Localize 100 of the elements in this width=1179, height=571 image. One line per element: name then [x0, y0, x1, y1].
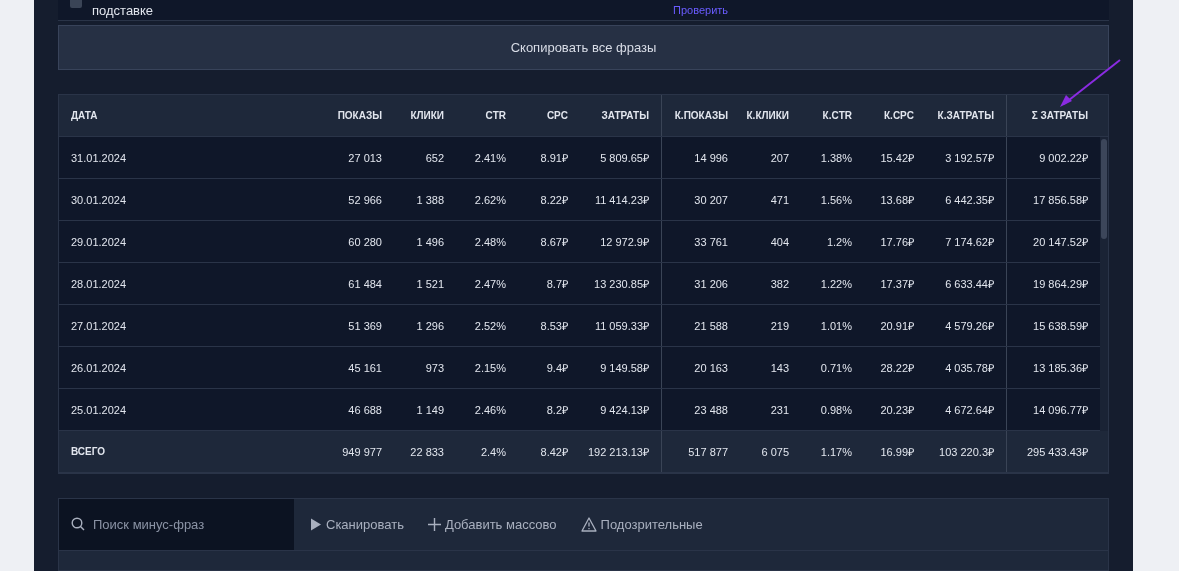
table-cell-text: 1.01%	[819, 318, 853, 334]
table-cell: 9 424.13₽	[580, 389, 662, 431]
column-header: КЛИКИ	[409, 109, 445, 124]
column-header: К.ПОКАЗЫ	[673, 109, 729, 124]
total-cell-text: 1.17%	[819, 444, 853, 460]
table-cell-text: 471	[769, 192, 790, 208]
table-cell-text: 27.01.2024	[70, 318, 128, 334]
arrow-drawing	[1058, 58, 1122, 110]
table-cell-text: 60 280	[347, 234, 383, 250]
table-cell: 7 174.62₽	[926, 221, 1007, 263]
table-cell-text: 61 484	[347, 276, 383, 292]
table-cell-text: 26.01.2024	[70, 360, 128, 376]
table-cell-text: 8.7₽	[545, 277, 569, 293]
table-cell-text: 23 488	[693, 402, 729, 418]
table-cell-text: 2.15%	[473, 360, 507, 376]
table-cell-text: 20 163	[693, 360, 729, 376]
column-header: К.ЗАТРАТЫ	[926, 95, 1007, 137]
table-cell-text: 33 761	[693, 234, 729, 250]
table-cell-text: 1 388	[415, 192, 445, 208]
total-cell-text: 949 977	[341, 444, 383, 460]
table-cell-text: 15 638.59₽	[1032, 319, 1089, 335]
table-cell: 11 414.23₽	[580, 179, 662, 221]
table-cell-text: 25.01.2024	[70, 402, 128, 418]
table-cell-text: 404	[769, 234, 790, 250]
table-cell-text: 8.53₽	[539, 319, 569, 335]
copy-all-button[interactable]: Скопировать все фразы	[58, 25, 1109, 71]
table-cell: 3 192.57₽	[926, 137, 1007, 179]
search-field[interactable]: Поиск минус-фраз	[91, 515, 265, 533]
total-cell: 103 220.3₽	[926, 431, 1007, 473]
total-cell-text: 6 075	[760, 444, 790, 460]
table-cell-text: 2.52%	[473, 318, 507, 334]
total-cell-text: 2.4%	[479, 444, 507, 460]
table-cell-text: 30.01.2024	[70, 192, 128, 208]
column-header: ПОКАЗЫ	[336, 109, 383, 124]
scan-button[interactable]: Сканировать	[298, 516, 416, 532]
column-header: К.CTR	[821, 109, 853, 124]
table-cell-text: 45 161	[347, 360, 383, 376]
table-cell-text: 20.91₽	[879, 319, 915, 335]
table-cell-text: 17 856.58₽	[1032, 193, 1089, 209]
table-cell-text: 8.2₽	[545, 403, 569, 419]
table-cell-text: 2.46%	[473, 402, 507, 418]
total-cell-text: 517 877	[687, 444, 729, 460]
total-cell-text: 16.99₽	[879, 445, 915, 461]
column-header: ЗАТРАТЫ	[580, 95, 662, 137]
table-cell: 4 035.78₽	[926, 347, 1007, 389]
table-cell-text: 51 369	[347, 318, 383, 334]
column-header: К.КЛИКИ	[745, 109, 790, 124]
table-cell: 4 672.64₽	[926, 389, 1007, 431]
total-cell-text: 22 833	[409, 444, 445, 460]
table-cell-text: 2.62%	[473, 192, 507, 208]
table-cell-text: 9 002.22₽	[1038, 151, 1089, 167]
table-cell-text: 8.91₽	[539, 151, 569, 167]
column-header: Σ ЗАТРАТЫ	[1030, 109, 1089, 124]
table-cell-text: 17.37₽	[879, 277, 915, 293]
table-cell: 5 809.65₽	[580, 137, 662, 179]
table-cell-text: 2.47%	[473, 276, 507, 292]
table-cell-text: 14 996	[693, 150, 729, 166]
table-cell-text: 8.67₽	[539, 235, 569, 251]
table-cell: 13 230.85₽	[580, 263, 662, 305]
table-cell-text: 0.71%	[819, 360, 853, 376]
table-cell-text: 0.98%	[819, 402, 853, 418]
table-cell-text: 28.01.2024	[70, 276, 128, 292]
table-cell-text: 13.68₽	[879, 193, 915, 209]
table-cell-text: 15.42₽	[879, 151, 915, 167]
table-cell-text: 28.22₽	[879, 361, 915, 377]
table-cell-text: 29.01.2024	[70, 234, 128, 250]
table-cell-text: 30 207	[693, 192, 729, 208]
column-header: К.CPC	[883, 109, 915, 124]
table-cell-text: 219	[769, 318, 790, 334]
table-cell-text: 14 096.77₽	[1032, 403, 1089, 419]
table-cell-text: 1.22%	[819, 276, 853, 292]
column-header: CPC	[545, 109, 569, 124]
table-cell-text: 21 588	[693, 318, 729, 334]
suspicious-button[interactable]: Подозрительные	[568, 516, 715, 532]
table-cell-text: 973	[424, 360, 445, 376]
table-cell-text: 1 521	[415, 276, 445, 292]
table-cell-text: 1.56%	[819, 192, 853, 208]
total-cell-text: ВСЕГО	[70, 445, 107, 460]
table-cell-text: 231	[769, 402, 790, 418]
table-cell-text: 1 296	[415, 318, 445, 334]
table-cell-text: 52 966	[347, 192, 383, 208]
table-cell: 9 149.58₽	[580, 347, 662, 389]
play-icon	[310, 517, 322, 531]
warning-icon	[580, 516, 597, 532]
table-cell-text: 652	[424, 150, 445, 166]
plus-icon	[427, 517, 441, 531]
table-cell: 12 972.9₽	[580, 221, 662, 263]
table-cell: 11 059.33₽	[580, 305, 662, 347]
check-link[interactable]: Проверить	[673, 4, 729, 16]
table-cell-text: 19 864.29₽	[1032, 277, 1089, 293]
table-cell: 4 579.26₽	[926, 305, 1007, 347]
table-cell-text: 8.22₽	[539, 193, 569, 209]
table-cell-text: 1 496	[415, 234, 445, 250]
table-cell-text: 17.76₽	[879, 235, 915, 251]
total-cell: 192 213.13₽	[580, 431, 662, 473]
search-icon	[71, 517, 85, 532]
table-cell-text: 2.41%	[473, 150, 507, 166]
scrollbar[interactable]	[1100, 137, 1108, 432]
add-button[interactable]: Добавить массово	[415, 516, 569, 532]
table-cell-text: 20.23₽	[879, 403, 915, 419]
